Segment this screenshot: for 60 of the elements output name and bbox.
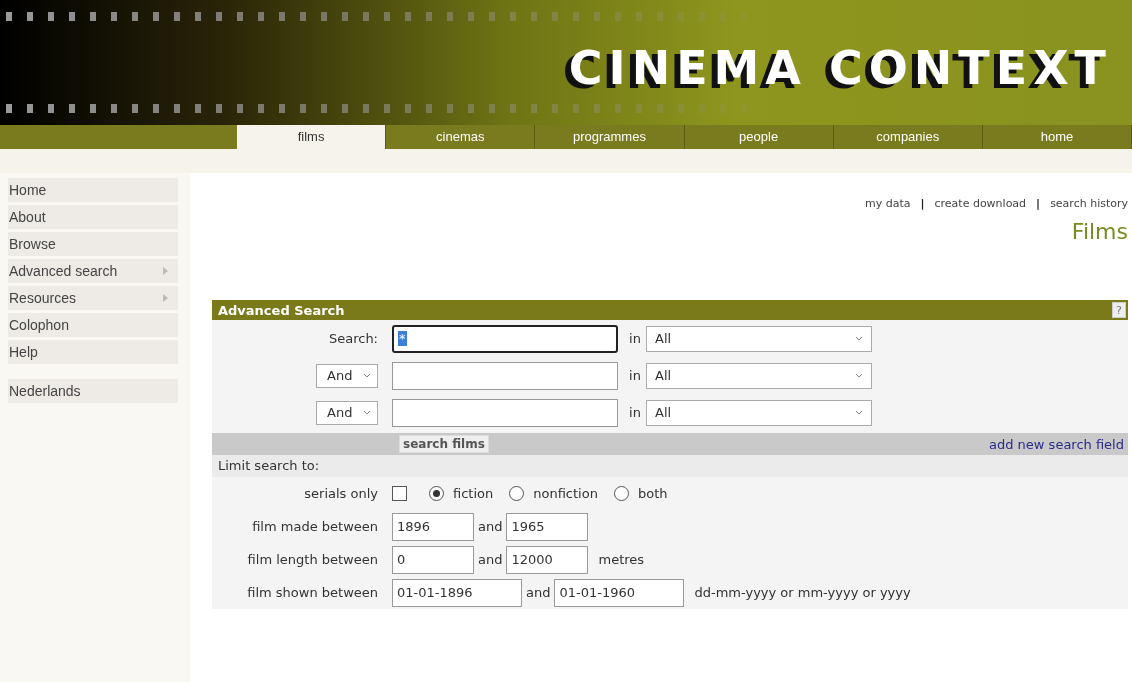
and-label: and <box>478 552 503 567</box>
sidebar-item[interactable]: Browse <box>8 232 178 256</box>
field-select[interactable]: All <box>646 399 872 426</box>
radio-label: nonfiction <box>533 486 598 501</box>
limit-label: film shown between <box>246 585 379 600</box>
search-input[interactable]: * <box>392 324 618 353</box>
to-input[interactable]: 12000 <box>506 545 589 574</box>
and-label: and <box>478 519 503 534</box>
connector-select[interactable]: And <box>316 363 378 388</box>
panel-title: Advanced Search <box>218 302 345 318</box>
search-button[interactable]: search films <box>399 435 489 453</box>
and-label: and <box>526 585 551 600</box>
field-select[interactable]: All <box>646 362 872 389</box>
checkbox[interactable] <box>392 486 407 501</box>
sidebar-item[interactable]: Advanced search <box>8 259 178 283</box>
unit-label: dd-mm-yyyy or mm-yyyy or yyyy <box>694 585 911 600</box>
radio-button[interactable] <box>429 486 444 501</box>
from-input[interactable]: 0 <box>392 545 474 574</box>
sidebar-item[interactable]: Home <box>8 178 178 202</box>
separator: | <box>1035 197 1042 210</box>
site-logo[interactable]: CINEMA CONTEXT <box>568 41 1112 95</box>
caret-icon <box>363 372 371 379</box>
nav-tab[interactable]: films <box>237 125 387 149</box>
to-input[interactable]: 1965 <box>506 512 589 541</box>
in-label: in <box>628 331 642 346</box>
language-link[interactable]: Nederlands <box>8 379 178 403</box>
sidebar-item[interactable]: Colophon <box>8 313 178 337</box>
sidebar-item[interactable]: About <box>8 205 178 229</box>
limit-heading: Limit search to: <box>212 455 1128 477</box>
search-label: Search: <box>328 331 378 346</box>
caret-icon <box>363 409 371 416</box>
add-field-link[interactable]: add new search field <box>989 436 1124 452</box>
from-input[interactable]: 1896 <box>392 512 474 541</box>
search-input[interactable] <box>392 361 618 390</box>
radio-button[interactable] <box>509 486 525 501</box>
radio-button[interactable] <box>613 486 629 501</box>
to-input[interactable]: 01-01-1960 <box>554 578 685 607</box>
field-select[interactable]: All <box>646 325 872 352</box>
top-link[interactable]: create download <box>934 197 1027 210</box>
in-label: in <box>628 405 642 420</box>
unit-label: metres <box>598 552 645 567</box>
help-button[interactable]: ? <box>1112 302 1126 318</box>
top-link[interactable]: search history <box>1050 197 1128 210</box>
caret-icon <box>855 409 863 416</box>
connector-select[interactable]: And <box>316 400 378 425</box>
separator: | <box>919 197 926 210</box>
limit-label: film length between <box>246 552 379 567</box>
radio-label: fiction <box>453 486 494 501</box>
top-link[interactable]: my data <box>864 197 911 210</box>
limit-label: serials only <box>303 486 379 501</box>
in-label: in <box>628 368 642 383</box>
caret-icon <box>855 372 863 379</box>
limit-label: film made between <box>251 519 379 534</box>
search-input[interactable] <box>392 398 618 427</box>
page-title: Films <box>1070 219 1128 244</box>
from-input[interactable]: 01-01-1896 <box>392 578 522 607</box>
sidebar-item[interactable]: Help <box>8 340 178 364</box>
sidebar-item[interactable]: Resources <box>8 286 178 310</box>
caret-icon <box>855 335 863 342</box>
radio-label: both <box>637 486 668 501</box>
